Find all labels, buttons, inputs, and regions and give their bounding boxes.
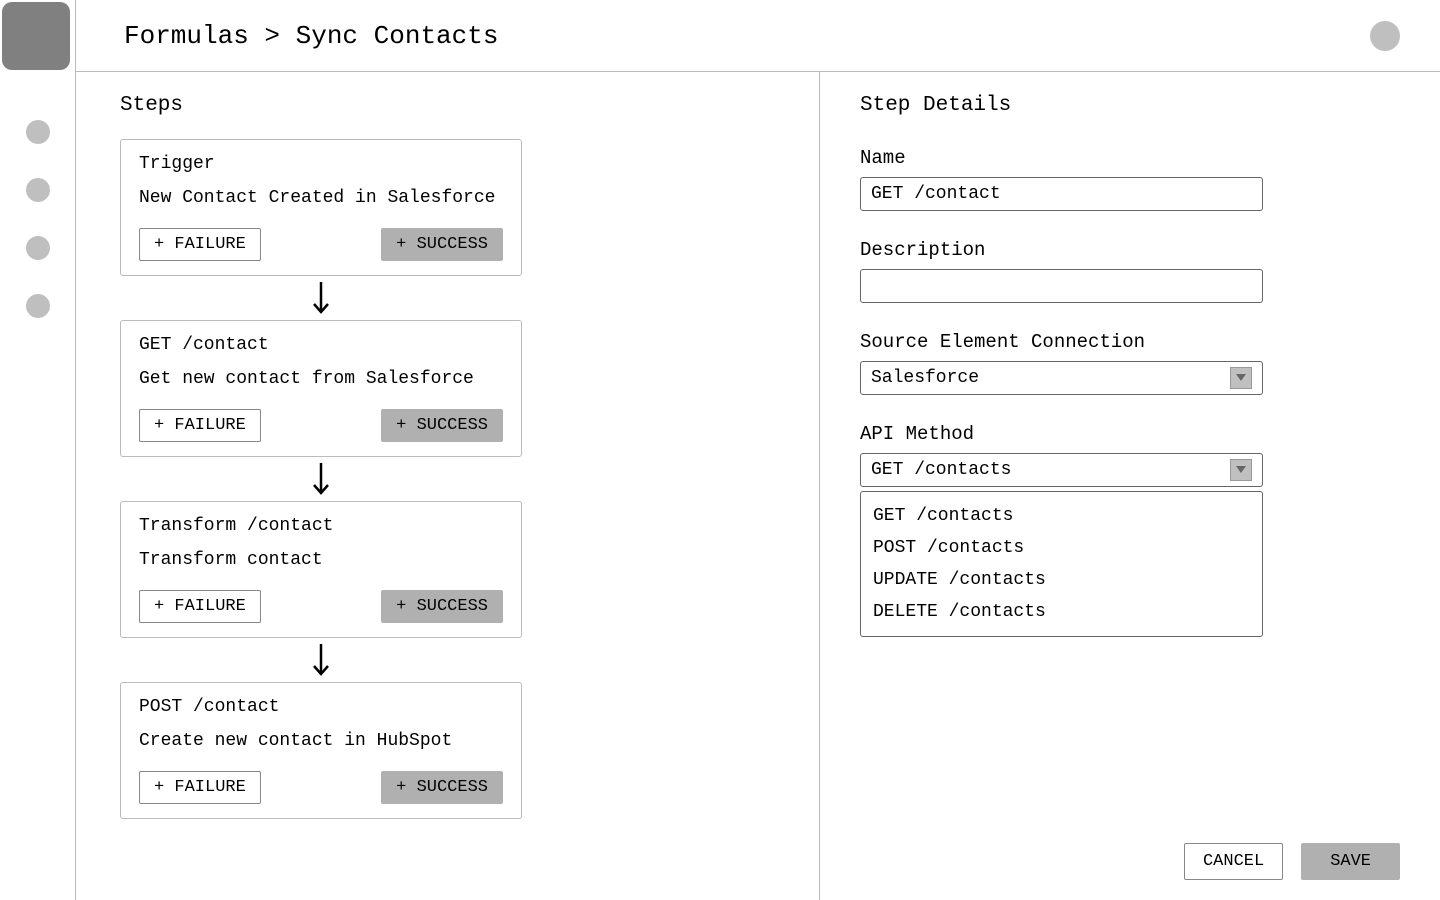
source-field-group: Source Element Connection Salesforce: [860, 331, 1400, 395]
step-card-transform-contact[interactable]: Transform /contact Transform contact + F…: [120, 501, 522, 638]
step-description: Get new contact from Salesforce: [139, 369, 503, 389]
api-option-get[interactable]: GET /contacts: [861, 500, 1262, 532]
api-method-select[interactable]: GET /contacts: [860, 453, 1263, 487]
sidebar-nav-item-3[interactable]: [26, 236, 50, 260]
left-sidebar: [0, 0, 76, 900]
logo-icon[interactable]: [2, 2, 70, 70]
step-title: POST /contact: [139, 697, 503, 717]
steps-panel-title: Steps: [120, 94, 783, 117]
step-actions: + FAILURE + SUCCESS: [139, 228, 503, 261]
step-actions: + FAILURE + SUCCESS: [139, 590, 503, 623]
steps-panel: Steps Trigger New Contact Created in Sal…: [76, 72, 820, 900]
step-description: Transform contact: [139, 550, 503, 570]
step-description: Create new contact in HubSpot: [139, 731, 503, 751]
api-method-dropdown: GET /contacts POST /contacts UPDATE /con…: [860, 491, 1263, 637]
source-label: Source Element Connection: [860, 331, 1400, 353]
step-card-post-contact[interactable]: POST /contact Create new contact in HubS…: [120, 682, 522, 819]
name-field-group: Name: [860, 147, 1400, 211]
api-option-update[interactable]: UPDATE /contacts: [861, 564, 1262, 596]
details-footer-actions: CANCEL SAVE: [860, 843, 1400, 880]
step-card-trigger[interactable]: Trigger New Contact Created in Salesforc…: [120, 139, 522, 276]
description-input[interactable]: [860, 269, 1263, 303]
step-description: New Contact Created in Salesforce: [139, 188, 503, 208]
step-title: GET /contact: [139, 335, 503, 355]
step-details-panel: Step Details Name Description Source Ele…: [820, 72, 1440, 900]
arrow-down-icon: [120, 457, 522, 501]
add-failure-button[interactable]: + FAILURE: [139, 409, 261, 442]
api-option-post[interactable]: POST /contacts: [861, 532, 1262, 564]
api-method-field-group: API Method GET /contacts GET /contacts P…: [860, 423, 1400, 637]
api-method-label: API Method: [860, 423, 1400, 445]
step-actions: + FAILURE + SUCCESS: [139, 409, 503, 442]
sidebar-nav-item-1[interactable]: [26, 120, 50, 144]
sidebar-nav-item-4[interactable]: [26, 294, 50, 318]
api-method-select-display[interactable]: GET /contacts: [860, 453, 1263, 487]
source-select[interactable]: Salesforce: [860, 361, 1263, 395]
chevron-down-icon: [1230, 459, 1252, 481]
arrow-down-icon: [120, 276, 522, 320]
step-title: Trigger: [139, 154, 503, 174]
cancel-button[interactable]: CANCEL: [1184, 843, 1283, 880]
add-success-button[interactable]: + SUCCESS: [381, 771, 503, 804]
main-area: Formulas > Sync Contacts Steps Trigger N…: [76, 0, 1440, 900]
source-select-value: Salesforce: [871, 368, 979, 388]
api-option-delete[interactable]: DELETE /contacts: [861, 596, 1262, 628]
sidebar-nav-item-2[interactable]: [26, 178, 50, 202]
content: Steps Trigger New Contact Created in Sal…: [76, 72, 1440, 900]
source-select-display[interactable]: Salesforce: [860, 361, 1263, 395]
breadcrumb[interactable]: Formulas > Sync Contacts: [124, 21, 498, 51]
avatar-icon[interactable]: [1370, 21, 1400, 51]
add-success-button[interactable]: + SUCCESS: [381, 228, 503, 261]
step-title: Transform /contact: [139, 516, 503, 536]
add-failure-button[interactable]: + FAILURE: [139, 771, 261, 804]
add-success-button[interactable]: + SUCCESS: [381, 590, 503, 623]
add-failure-button[interactable]: + FAILURE: [139, 590, 261, 623]
header: Formulas > Sync Contacts: [76, 0, 1440, 72]
name-label: Name: [860, 147, 1400, 169]
app-root: Formulas > Sync Contacts Steps Trigger N…: [0, 0, 1440, 900]
chevron-down-icon: [1230, 367, 1252, 389]
arrow-down-icon: [120, 638, 522, 682]
step-actions: + FAILURE + SUCCESS: [139, 771, 503, 804]
add-failure-button[interactable]: + FAILURE: [139, 228, 261, 261]
details-panel-title: Step Details: [860, 94, 1400, 117]
save-button[interactable]: SAVE: [1301, 843, 1400, 880]
description-label: Description: [860, 239, 1400, 261]
name-input[interactable]: [860, 177, 1263, 211]
api-method-select-value: GET /contacts: [871, 460, 1011, 480]
description-field-group: Description: [860, 239, 1400, 303]
add-success-button[interactable]: + SUCCESS: [381, 409, 503, 442]
step-card-get-contact[interactable]: GET /contact Get new contact from Salesf…: [120, 320, 522, 457]
